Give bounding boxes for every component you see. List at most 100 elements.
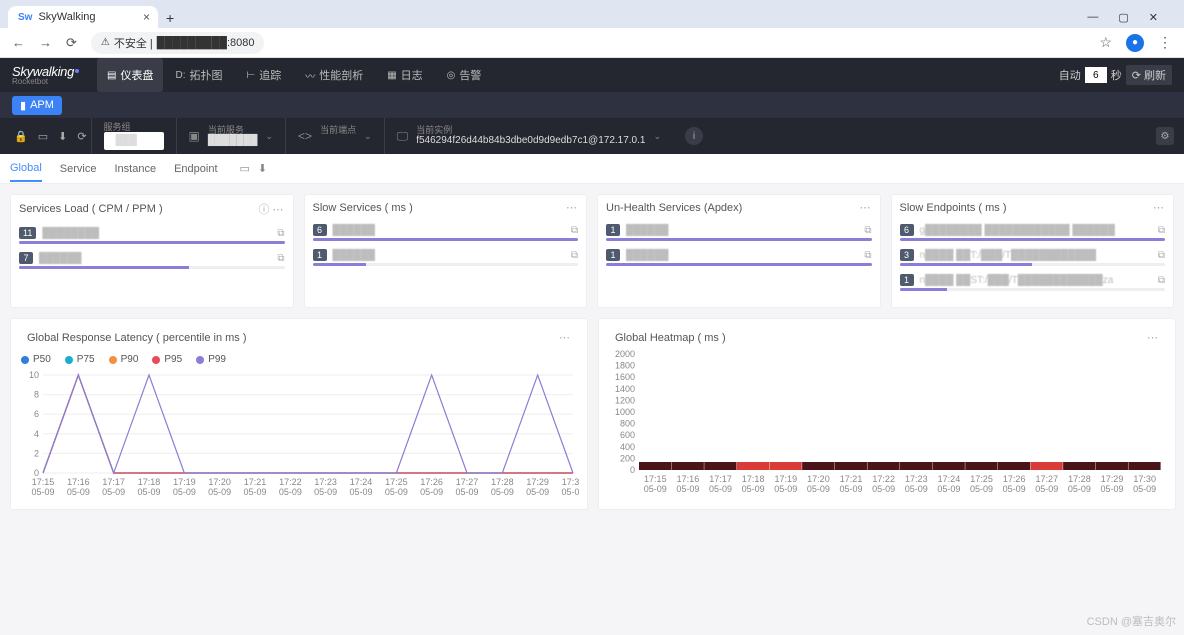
rank-row[interactable]: 7██████⧉	[19, 252, 285, 264]
copy-icon[interactable]: ⧉	[571, 225, 578, 236]
current-service-selector[interactable]: ▣ 当前服务███████ ⌄	[176, 118, 286, 154]
download-mini-icon[interactable]: ⬇	[258, 162, 267, 175]
subnav-service[interactable]: Service	[60, 157, 97, 181]
profile-avatar[interactable]: ●	[1126, 34, 1144, 52]
browser-menu-icon[interactable]: ⋮	[1158, 34, 1172, 51]
nav-profile[interactable]: 〰性能剖析	[293, 58, 375, 92]
card-title: Slow Services ( ms )	[313, 202, 413, 214]
refresh-interval-input[interactable]	[1085, 67, 1107, 83]
copy-icon[interactable]: ⧉	[1158, 275, 1165, 286]
svg-text:10: 10	[29, 371, 39, 380]
copy-icon[interactable]: ⧉	[864, 225, 871, 236]
card-more-icon[interactable]: ⋯	[559, 331, 571, 344]
legend-item[interactable]: P50	[21, 354, 51, 365]
copy-icon[interactable]: ⧉	[1158, 250, 1165, 261]
reload-sync-icon[interactable]: ⟳	[77, 130, 86, 143]
address-box[interactable]: ⚠ 不安全 | █████████:8080	[91, 32, 265, 54]
svg-text:05-09: 05-09	[742, 484, 765, 494]
nav-log[interactable]: ▦日志	[375, 58, 434, 92]
subnav-global[interactable]: Global	[10, 156, 42, 182]
svg-text:17:29: 17:29	[1101, 474, 1124, 484]
tab-close-icon[interactable]: ×	[143, 10, 150, 24]
legend-item[interactable]: P75	[65, 354, 95, 365]
services-load-card: Services Load ( CPM / PPM )ⓘ ⋯11████████…	[10, 194, 294, 308]
card-more-icon[interactable]: ⋯	[860, 202, 872, 214]
svg-text:05-09: 05-09	[491, 487, 514, 497]
chevron-down-icon: ⌄	[653, 131, 661, 142]
dashboard-icon: ▤	[107, 70, 116, 81]
svg-text:05-09: 05-09	[243, 487, 266, 497]
watermark: CSDN @塞吉奥尔	[1087, 613, 1176, 629]
current-instance-selector[interactable]: 🖵 当前实例f546294f26d44b84b3dbe0d9d9edb7c1@1…	[384, 118, 673, 154]
info-icon[interactable]: ⓘ	[258, 204, 269, 216]
svg-text:17:27: 17:27	[1036, 474, 1059, 484]
tab-title: SkyWalking	[38, 11, 95, 23]
svg-text:17:24: 17:24	[350, 477, 373, 487]
card-more-icon[interactable]: ⋯	[566, 202, 578, 214]
download-icon[interactable]: ⬇	[58, 130, 67, 143]
svg-text:800: 800	[620, 419, 635, 429]
subnav-instance[interactable]: Instance	[114, 157, 156, 181]
nav-trace[interactable]: ⊢追踪	[234, 58, 293, 92]
copy-icon[interactable]: ⧉	[1158, 225, 1165, 236]
rank-row[interactable]: 6██████⧉	[313, 224, 579, 236]
folder-icon[interactable]: ▭	[38, 130, 48, 143]
topology-icon: D:	[175, 70, 185, 81]
copy-icon[interactable]: ⧉	[277, 253, 284, 264]
svg-text:05-09: 05-09	[676, 484, 699, 494]
svg-text:17:28: 17:28	[491, 477, 514, 487]
rank-row[interactable]: 11████████⧉	[19, 227, 285, 239]
window-maximize-icon[interactable]: ▢	[1118, 11, 1128, 24]
nav-back-icon[interactable]: ←	[12, 35, 25, 50]
nav-forward-icon[interactable]: →	[39, 35, 52, 50]
service-group-selector[interactable]: 服务组███	[91, 118, 176, 154]
svg-text:17:15: 17:15	[32, 477, 55, 487]
nav-reload-icon[interactable]: ⟳	[66, 35, 77, 51]
rank-row[interactable]: 3n████ ██T:/███/T████████████⧉	[900, 249, 1166, 261]
app-logo: Skywalking Rocketbot	[12, 65, 79, 86]
svg-text:05-09: 05-09	[1068, 484, 1091, 494]
svg-text:17:17: 17:17	[709, 474, 732, 484]
folder-mini-icon[interactable]: ▭	[240, 162, 250, 175]
svg-text:05-09: 05-09	[102, 487, 125, 497]
card-more-icon[interactable]: ⋯	[273, 204, 285, 216]
nav-topology[interactable]: D:拓扑图	[163, 58, 234, 92]
unhealth-card: Un-Health Services (Apdex)⋯1██████⧉1████…	[597, 194, 881, 308]
rank-row[interactable]: 6g████████ ████████████ ██████⧉	[900, 224, 1166, 236]
nav-alarm[interactable]: ◎告警	[435, 58, 494, 92]
lock-icon[interactable]: 🔒	[14, 130, 28, 143]
rank-row[interactable]: 1██████⧉	[606, 224, 872, 236]
card-more-icon[interactable]: ⋯	[1153, 202, 1165, 214]
legend-item[interactable]: P95	[152, 354, 182, 365]
refresh-button[interactable]: ⟳刷新	[1126, 65, 1172, 85]
subnav-endpoint[interactable]: Endpoint	[174, 157, 217, 181]
rank-row[interactable]: 1██████⧉	[313, 249, 579, 261]
svg-text:05-09: 05-09	[905, 484, 928, 494]
settings-icon[interactable]: ⚙	[1156, 127, 1174, 145]
info-icon[interactable]: i	[685, 127, 703, 145]
insecure-label: 不安全 |	[114, 35, 153, 51]
svg-text:1000: 1000	[615, 407, 635, 417]
window-minimize-icon[interactable]: —	[1087, 11, 1098, 24]
apm-tag[interactable]: ▮ APM	[12, 96, 62, 115]
new-tab-button[interactable]: +	[158, 8, 182, 28]
window-close-icon[interactable]: ✕	[1149, 11, 1158, 24]
nav-dashboard[interactable]: ▤仪表盘	[97, 58, 163, 92]
slow-endpoints-card: Slow Endpoints ( ms )⋯6g████████ ███████…	[891, 194, 1175, 308]
legend-item[interactable]: P90	[109, 354, 139, 365]
svg-text:17:25: 17:25	[970, 474, 993, 484]
current-endpoint-selector[interactable]: <> 当前端点 ⌄	[285, 118, 384, 154]
copy-icon[interactable]: ⧉	[571, 250, 578, 261]
profile-icon: 〰	[305, 68, 315, 83]
svg-text:05-09: 05-09	[970, 484, 993, 494]
rank-row[interactable]: 1n████ ██ST:/███/T████████████za⧉	[900, 274, 1166, 286]
browser-tab[interactable]: Sw SkyWalking ×	[8, 6, 158, 28]
svg-text:17:30: 17:30	[562, 477, 579, 487]
legend-item[interactable]: P99	[196, 354, 226, 365]
rank-row[interactable]: 1██████⧉	[606, 249, 872, 261]
card-more-icon[interactable]: ⋯	[1147, 331, 1159, 344]
bookmark-star-icon[interactable]: ☆	[1099, 34, 1112, 51]
copy-icon[interactable]: ⧉	[277, 228, 284, 239]
copy-icon[interactable]: ⧉	[864, 250, 871, 261]
svg-text:17:19: 17:19	[775, 474, 798, 484]
